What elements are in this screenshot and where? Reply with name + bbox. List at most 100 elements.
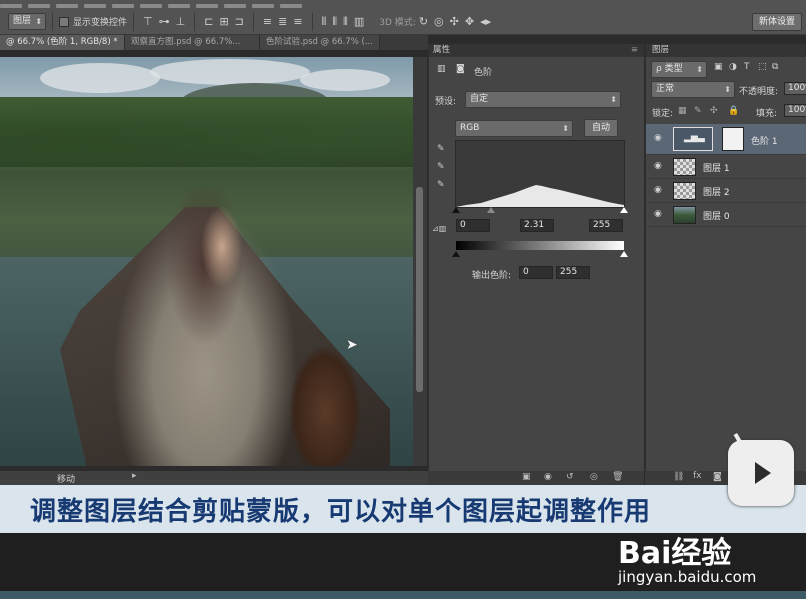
distribute-left-icon[interactable]: ⦀ [322, 15, 327, 29]
status-menu-arrow-icon[interactable]: ▸ [132, 471, 137, 481]
lock-position-icon[interactable]: ✣ [710, 106, 718, 116]
filter-shape-icon[interactable]: ⬚ [758, 62, 767, 72]
3d-pan-icon[interactable]: ✣ [450, 15, 459, 28]
video-subtitle-bar: 调整图层结合剪贴蒙版，可以对单个图层起调整作用 [0, 485, 806, 533]
input-black-slider[interactable] [452, 207, 460, 213]
preset-dropdown[interactable]: 自定 [465, 91, 621, 108]
filter-smart-icon[interactable]: ⧉ [772, 62, 778, 72]
lock-pixels-icon[interactable]: ✎ [694, 106, 702, 116]
menu-item[interactable] [28, 4, 50, 8]
menu-item[interactable] [112, 4, 134, 8]
canvas-vertical-scrollbar[interactable] [413, 57, 427, 466]
auto-button[interactable]: 自动 [584, 119, 618, 137]
link-layers-icon[interactable]: ⛓ [673, 472, 684, 482]
auto-align-icon[interactable]: ▥ [354, 15, 364, 28]
menu-item[interactable] [196, 4, 218, 8]
input-gamma-slider[interactable] [487, 207, 495, 213]
3d-rotate-icon[interactable]: ↻ [419, 15, 428, 28]
input-black-field[interactable]: 0 [456, 219, 490, 232]
blend-mode-dropdown[interactable]: 正常 [651, 81, 735, 98]
play-triangle [755, 462, 771, 484]
menu-item[interactable] [56, 4, 78, 8]
distribute-bottom-icon[interactable]: ≡ [293, 15, 302, 28]
distribute-hcenter-icon[interactable]: ⫴ [332, 15, 337, 29]
layer-thumbnail [673, 158, 696, 176]
align-right-icon[interactable]: ⊐ [235, 15, 244, 28]
layer-row-2[interactable]: ◉ 图层 2 [646, 179, 806, 203]
3d-slide-icon[interactable]: ✥ [465, 15, 474, 28]
layer-row-levels[interactable]: ◉ ▂▅▃ 色阶 1 [646, 124, 806, 155]
menu-item[interactable] [280, 4, 302, 8]
delete-icon[interactable]: 🗑 [612, 472, 623, 482]
input-white-slider[interactable] [620, 207, 628, 213]
lock-transparent-icon[interactable]: ▦ [678, 106, 687, 116]
menu-item[interactable] [168, 4, 190, 8]
filter-adjustment-icon[interactable]: ◑ [729, 62, 737, 72]
channel-dropdown[interactable]: RGB [455, 120, 573, 137]
tab-document-3[interactable]: 色阶试验.psd @ 66.7% (... [260, 35, 380, 50]
3d-scale-icon[interactable]: ◂▸ [480, 15, 491, 28]
layer-filter-dropdown[interactable]: ρ 类型 [651, 61, 707, 78]
auto-select-dropdown[interactable]: 图层 [8, 13, 47, 30]
visibility-icon[interactable]: ◎ [590, 472, 598, 482]
workspace-button[interactable]: 新体设置 [751, 12, 802, 31]
align-bottom-icon[interactable]: ⊥ [176, 15, 186, 28]
input-white-field[interactable]: 255 [589, 219, 623, 232]
align-top-icon[interactable]: ⊤ [143, 15, 153, 28]
visibility-eye-icon[interactable]: ◉ [654, 185, 662, 195]
properties-footer: ▣ ◉ ↺ ◎ 🗑 [428, 471, 644, 485]
output-white-slider[interactable] [620, 251, 628, 257]
eyedropper-black-icon[interactable]: ✎ [437, 144, 445, 154]
distribute-middle-icon[interactable]: ≣ [278, 15, 287, 28]
divider [252, 12, 254, 31]
video-play-icon[interactable] [728, 440, 794, 506]
eyedropper-gray-icon[interactable]: ✎ [437, 162, 445, 172]
layer-row-1[interactable]: ◉ 图层 1 [646, 155, 806, 179]
menu-item[interactable] [0, 4, 22, 8]
scrollbar-thumb[interactable] [416, 187, 423, 392]
align-left-icon[interactable]: ⊏ [204, 15, 213, 28]
opacity-field[interactable]: 100% [784, 82, 806, 95]
menu-item[interactable] [140, 4, 162, 8]
panel-menu-icon[interactable]: ≡ [631, 44, 638, 57]
fx-icon[interactable]: fx [693, 471, 702, 481]
tab-document-2[interactable]: 观察直方图.psd @ 66.7%... [125, 35, 260, 50]
lock-all-icon[interactable]: 🔒 [728, 106, 739, 116]
output-white-field[interactable]: 255 [556, 266, 590, 279]
menu-item[interactable] [224, 4, 246, 8]
reset-icon[interactable]: ↺ [566, 472, 574, 482]
eyedropper-white-icon[interactable]: ✎ [437, 180, 445, 190]
distribute-top-icon[interactable]: ≡ [263, 15, 272, 28]
histogram-graph [456, 185, 624, 207]
layer-mask-thumbnail[interactable] [722, 127, 744, 151]
clip-to-layer-icon[interactable]: ▣ [522, 472, 531, 482]
distribute-right-icon[interactable]: ⦀ [343, 15, 348, 29]
input-gamma-field[interactable]: 2.31 [520, 219, 554, 232]
filter-pixel-icon[interactable]: ▣ [714, 62, 723, 72]
menu-item[interactable] [84, 4, 106, 8]
show-transform-checkbox[interactable] [59, 16, 70, 27]
output-black-field[interactable]: 0 [519, 266, 553, 279]
menu-item[interactable] [252, 4, 274, 8]
clip-warning-icon[interactable]: ⊿▥ [432, 224, 446, 233]
output-black-slider[interactable] [452, 251, 460, 257]
align-center-icon[interactable]: ⊞ [219, 15, 228, 28]
visibility-eye-icon[interactable]: ◉ [654, 161, 662, 171]
add-mask-icon[interactable]: ◙ [713, 472, 722, 482]
menu-bar[interactable] [0, 0, 806, 9]
tab-document-1[interactable]: @ 66.7% (色阶 1, RGB/8) * [0, 35, 125, 50]
layers-panel-header: 图层 [646, 44, 806, 57]
layer-thumbnail [673, 182, 696, 200]
image-canvas[interactable]: ➤ [0, 57, 413, 466]
mask-icon[interactable]: ◙ [456, 64, 465, 74]
filter-type-icon[interactable]: T [744, 62, 750, 72]
align-middle-icon[interactable]: ⊶ [159, 15, 170, 28]
fill-field[interactable]: 100% [784, 104, 806, 117]
visibility-eye-icon[interactable]: ◉ [654, 209, 662, 219]
layer-row-0[interactable]: ◉ 图层 0 [646, 203, 806, 227]
3d-roll-icon[interactable]: ◎ [434, 15, 444, 28]
visibility-eye-icon[interactable]: ◉ [654, 133, 662, 143]
view-previous-icon[interactable]: ◉ [544, 472, 552, 482]
baidu-watermark: Bai经验 jingyan.baidu.com [618, 528, 756, 586]
woman-figure [100, 187, 310, 466]
